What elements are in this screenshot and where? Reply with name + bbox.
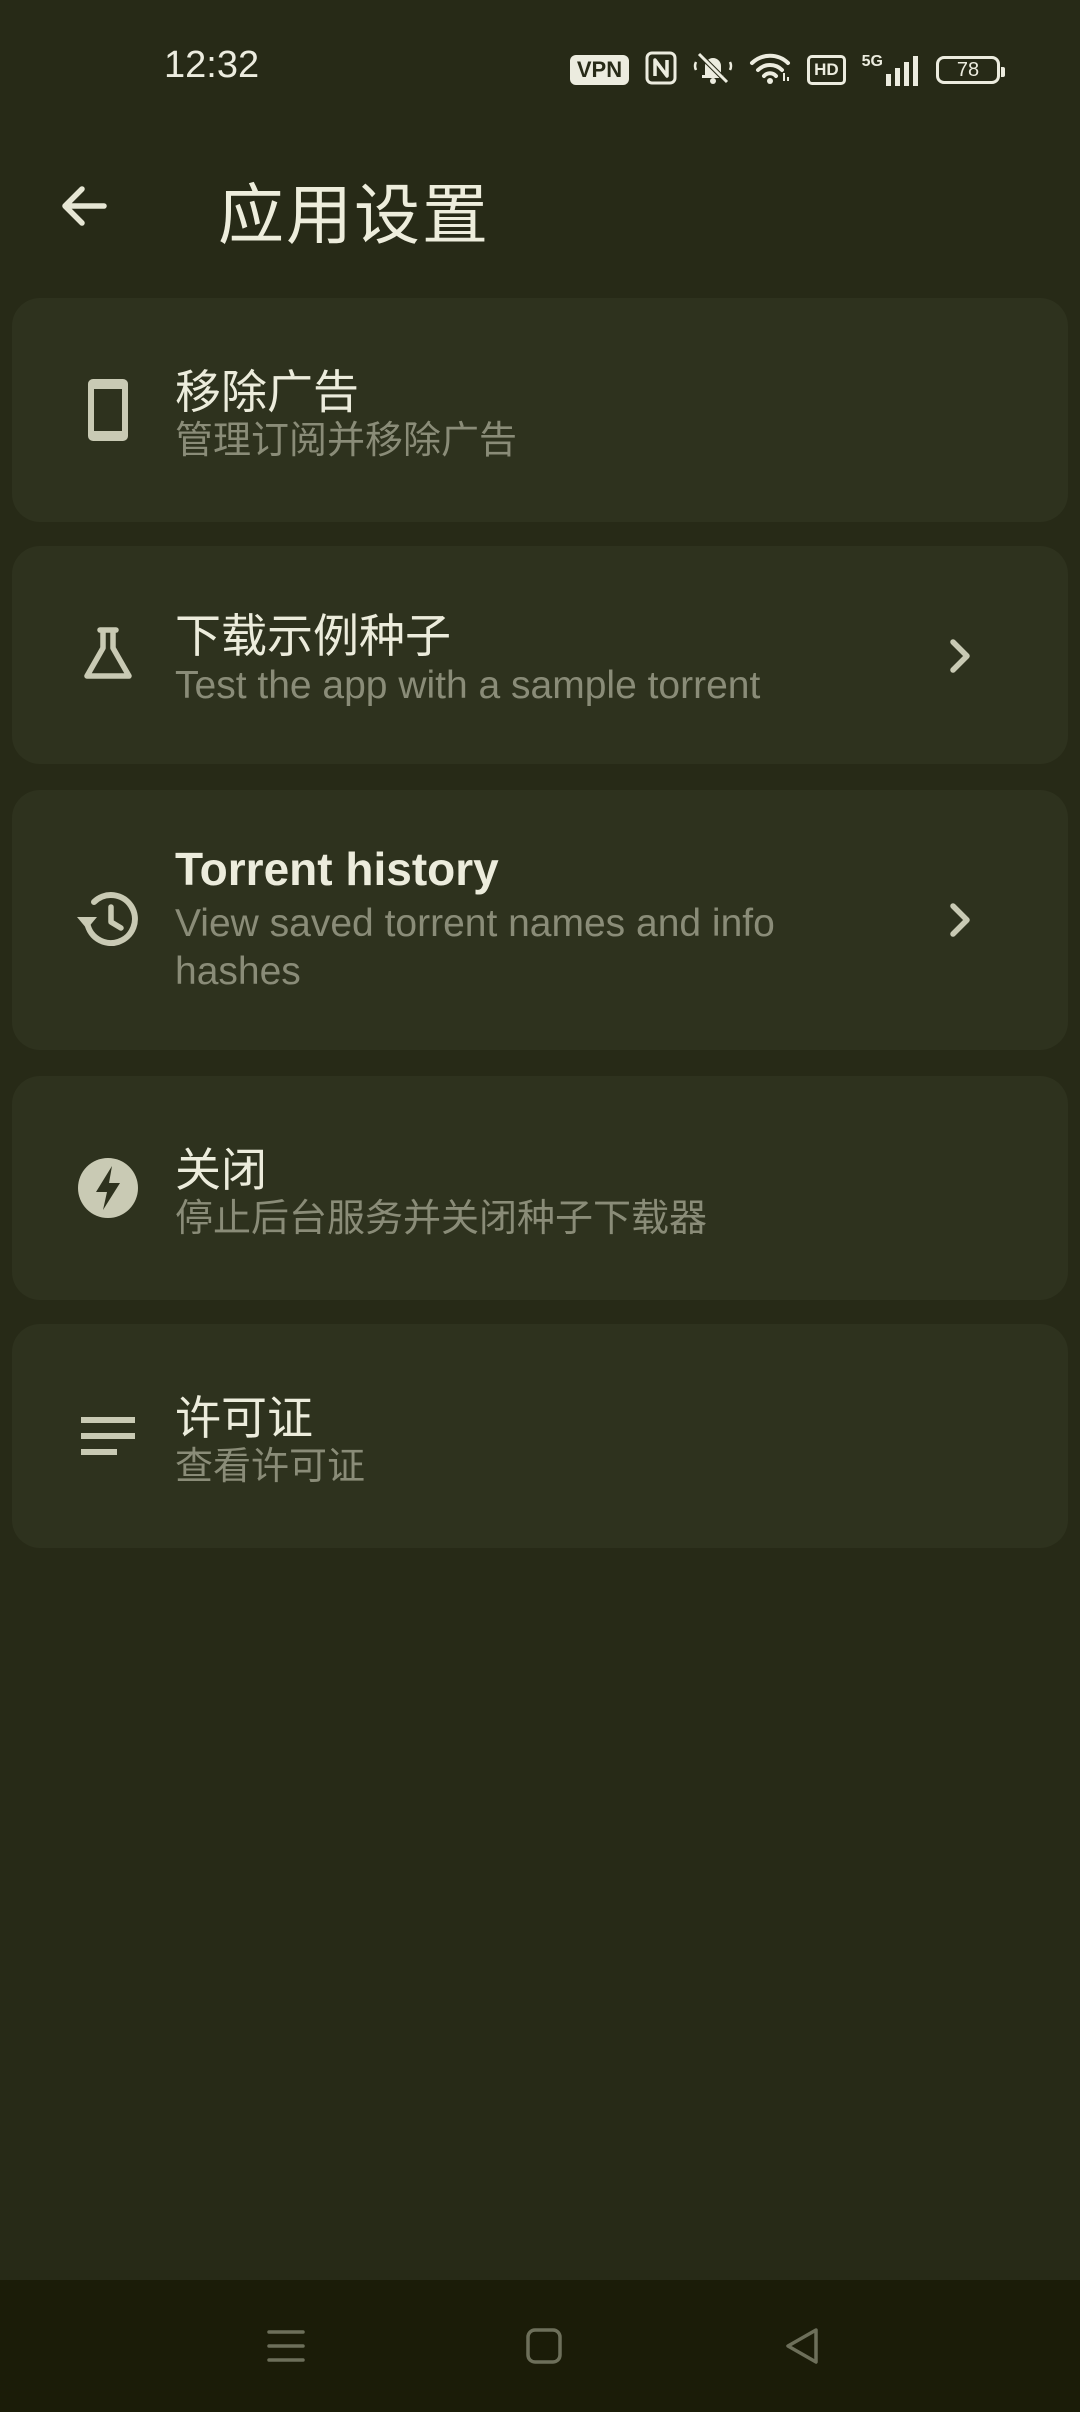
settings-item-subtitle: Test the app with a sample torrent bbox=[175, 664, 761, 707]
arrow-back-icon bbox=[62, 186, 107, 226]
home-square-icon bbox=[526, 2328, 562, 2364]
triangle-back-icon bbox=[786, 2328, 818, 2364]
status-time: 12:32 bbox=[164, 44, 260, 86]
settings-item-sample-torrent[interactable]: 下载示例种子 Test the app with a sample torren… bbox=[12, 546, 1068, 764]
nav-recents-button[interactable] bbox=[250, 2310, 322, 2382]
settings-item-title: 下载示例种子 bbox=[175, 609, 451, 663]
settings-item-subtitle: 停止后台服务并关闭种子下载器 bbox=[175, 1196, 708, 1240]
vpn-icon: VPN bbox=[569, 55, 630, 85]
mute-icon bbox=[693, 50, 733, 90]
settings-item-title: Torrent history bbox=[175, 843, 499, 895]
hd-icon: HD bbox=[807, 55, 846, 85]
battery-icon: 78 bbox=[936, 56, 1005, 84]
history-icon bbox=[70, 882, 146, 958]
status-icons: VPN HD 5G 78 bbox=[569, 50, 1005, 90]
status-bar: 12:32 VPN HD 5G 78 bbox=[0, 0, 1080, 140]
chevron-right-icon bbox=[938, 634, 982, 678]
settings-item-torrent-history[interactable]: Torrent history View saved torrent names… bbox=[12, 790, 1068, 1050]
notes-icon bbox=[70, 1398, 146, 1474]
page-title: 应用设置 bbox=[218, 177, 490, 254]
settings-item-title: 移除广告 bbox=[175, 365, 359, 419]
chevron-right-icon bbox=[938, 898, 982, 942]
settings-item-subtitle: 管理订阅并移除广告 bbox=[175, 418, 518, 462]
system-navigation-bar bbox=[0, 2280, 1080, 2412]
menu-icon bbox=[267, 2330, 305, 2362]
back-button[interactable] bbox=[44, 166, 124, 246]
settings-item-title: 关闭 bbox=[175, 1143, 267, 1197]
nfc-icon bbox=[645, 51, 677, 89]
cellular-signal-icon: 5G bbox=[862, 54, 920, 86]
settings-item-subtitle: 查看许可证 bbox=[175, 1444, 366, 1488]
settings-item-licenses[interactable]: 许可证 查看许可证 bbox=[12, 1324, 1068, 1548]
nav-back-button[interactable] bbox=[766, 2310, 838, 2382]
app-bar: 应用设置 bbox=[0, 140, 1080, 270]
settings-item-subtitle: View saved torrent names and info hashes bbox=[175, 902, 775, 993]
settings-item-remove-ads[interactable]: 移除广告 管理订阅并移除广告 bbox=[12, 298, 1068, 522]
flask-icon bbox=[70, 616, 146, 692]
bolt-icon bbox=[70, 1150, 146, 1226]
settings-item-shutdown[interactable]: 关闭 停止后台服务并关闭种子下载器 bbox=[12, 1076, 1068, 1300]
phone-icon bbox=[70, 372, 146, 448]
settings-item-title: 许可证 bbox=[175, 1391, 313, 1445]
wifi-icon bbox=[749, 51, 791, 89]
nav-home-button[interactable] bbox=[508, 2310, 580, 2382]
